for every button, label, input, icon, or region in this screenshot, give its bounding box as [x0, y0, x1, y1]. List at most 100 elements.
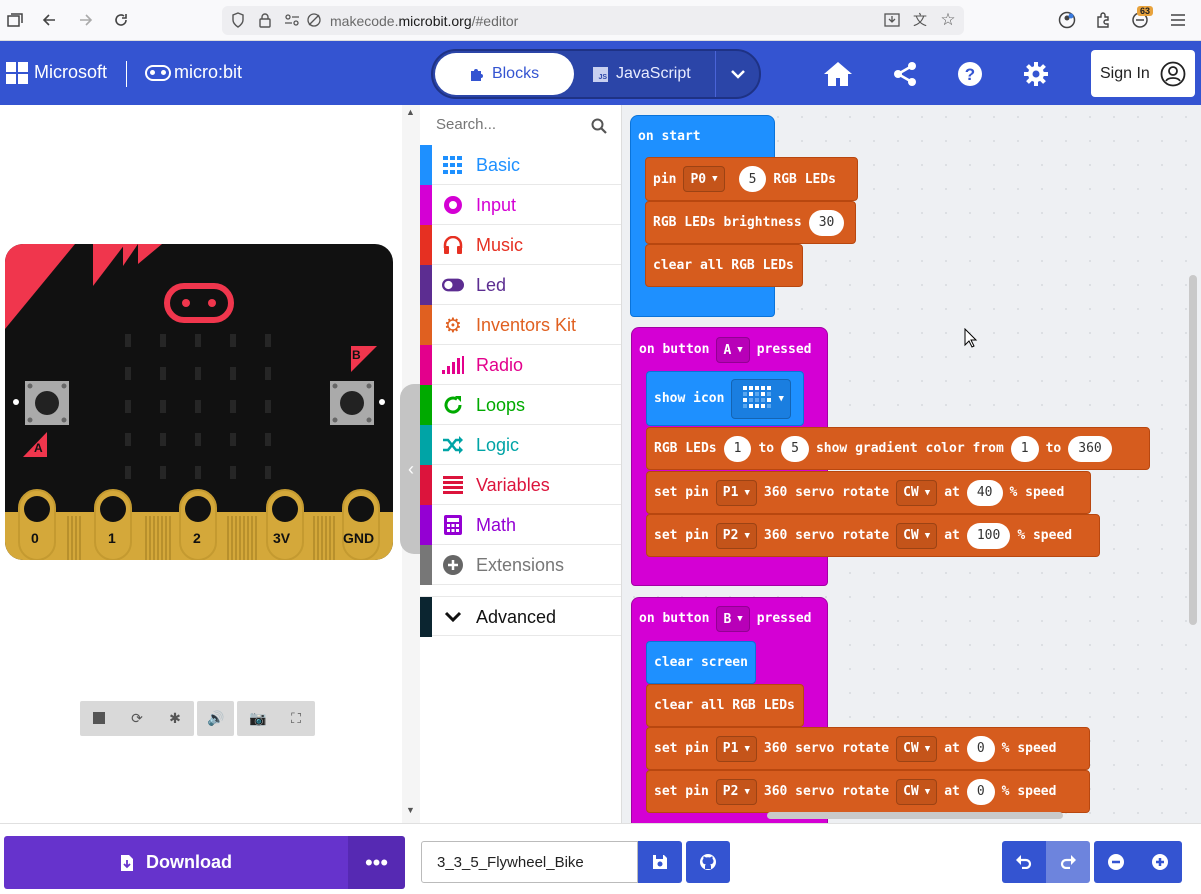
pin-dropdown[interactable]: P1 ▼ [715, 735, 757, 762]
forward-icon[interactable] [76, 10, 96, 30]
extensions-icon[interactable] [1093, 10, 1113, 30]
lock-icon[interactable] [255, 10, 275, 30]
number-input[interactable]: 5 [781, 435, 809, 462]
category-music[interactable]: Music [420, 225, 621, 265]
shield-icon[interactable] [228, 10, 248, 30]
menu-icon[interactable] [1168, 10, 1188, 30]
category-radio[interactable]: Radio [420, 345, 621, 385]
number-input[interactable]: 30 [808, 209, 845, 236]
microsoft-logo-icon[interactable] [6, 62, 28, 84]
servo-rotate-block[interactable]: set pin P2 ▼ 360 servo rotate CW ▼ at 100 … [646, 514, 1100, 557]
direction-dropdown[interactable]: CW ▼ [896, 522, 938, 549]
servo-rotate-block[interactable]: set pin P1 ▼ 360 servo rotate CW ▼ at 40 %… [646, 471, 1091, 514]
pin-dropdown[interactable]: P2 ▼ [715, 522, 757, 549]
pin-dropdown[interactable]: P0 ▼ [683, 166, 725, 192]
scroll-up-icon[interactable]: ▲ [406, 107, 415, 117]
zoom-in-button[interactable] [1138, 841, 1182, 883]
number-input[interactable]: 360 [1068, 435, 1112, 462]
number-input[interactable]: 0 [966, 778, 995, 805]
number-input[interactable]: 0 [966, 735, 995, 762]
redo-button[interactable] [1046, 841, 1090, 883]
calculator-icon [442, 515, 464, 535]
number-input[interactable]: 100 [966, 522, 1011, 549]
settings-button[interactable] [1021, 59, 1051, 89]
scroll-down-icon[interactable]: ▼ [406, 805, 415, 815]
tracking-off-icon[interactable] [304, 10, 324, 30]
pin-rgb-leds-block[interactable]: pin P0 ▼ 5 RGB LEDs [645, 157, 858, 201]
category-inventors-kit[interactable]: ⚙ Inventors Kit [420, 305, 621, 345]
tab-blocks[interactable]: Blocks [435, 53, 574, 95]
servo-rotate-block[interactable]: set pin P2 ▼ 360 servo rotate CW ▼ at 0 % … [646, 770, 1090, 813]
account-icon[interactable] [1057, 10, 1077, 30]
screenshot-button[interactable]: 📷 [249, 709, 267, 727]
button-dropdown[interactable]: A ▼ [716, 337, 750, 363]
workspace-vertical-scrollbar[interactable] [1189, 275, 1197, 625]
save-button[interactable] [638, 841, 682, 883]
pin-dropdown[interactable]: P2 ▼ [715, 778, 757, 805]
bookmark-star-icon[interactable]: ☆ [938, 10, 958, 30]
download-button[interactable]: Download [4, 836, 348, 889]
tab-overview-icon[interactable] [5, 10, 25, 30]
zoom-out-button[interactable] [1094, 841, 1138, 883]
microbit-board[interactable]: A B 0 1 2 3V GND [5, 244, 393, 560]
direction-dropdown[interactable]: CW ▼ [896, 479, 938, 506]
zoom-in-icon [1152, 854, 1168, 870]
direction-dropdown[interactable]: CW ▼ [896, 778, 938, 805]
search-icon[interactable] [591, 118, 607, 134]
help-button[interactable]: ? [955, 59, 985, 89]
blocks-workspace[interactable]: on start pin P0 ▼ 5 RGB LEDs RGB LEDs bri… [622, 105, 1201, 823]
microbit-brand[interactable]: micro:bit [174, 62, 242, 83]
debug-button[interactable]: ✱ [166, 709, 184, 727]
number-input[interactable]: 5 [738, 166, 767, 192]
category-loops[interactable]: Loops [420, 385, 621, 425]
category-extensions[interactable]: Extensions [420, 545, 621, 585]
translate-icon[interactable]: 文 [910, 10, 930, 30]
direction-dropdown[interactable]: CW ▼ [896, 735, 938, 762]
download-more-button[interactable]: ••• [348, 836, 405, 889]
permissions-icon[interactable] [282, 10, 302, 30]
clear-rgb-block[interactable]: clear all RGB LEDs [646, 684, 804, 727]
category-advanced[interactable]: Advanced [420, 596, 621, 637]
category-variables[interactable]: Variables [420, 465, 621, 505]
button-dropdown[interactable]: B ▼ [716, 606, 750, 632]
simulator-collapse-button[interactable]: ‹ [400, 384, 422, 554]
clear-rgb-block[interactable]: clear all RGB LEDs [645, 244, 803, 287]
mute-button[interactable]: 🔊 [207, 709, 225, 727]
address-bar[interactable]: makecode.microbit.org/#editor 文 ☆ [222, 6, 964, 35]
category-math[interactable]: Math [420, 505, 621, 545]
editor-dropdown-button[interactable] [715, 51, 759, 97]
rgb-gradient-block[interactable]: RGB LEDs 1 to 5 show gradient color from… [646, 427, 1150, 470]
category-input[interactable]: Input [420, 185, 621, 225]
puzzle-icon [470, 69, 483, 81]
rgb-brightness-block[interactable]: RGB LEDs brightness 30 [645, 201, 856, 244]
reload-icon[interactable] [111, 10, 131, 30]
project-name-input[interactable] [421, 841, 638, 883]
fullscreen-button[interactable]: ⛶ [287, 709, 305, 727]
back-icon[interactable] [39, 10, 59, 30]
number-input[interactable]: 1 [723, 435, 752, 462]
restart-button[interactable]: ⟳ [128, 709, 146, 727]
sign-in-button[interactable]: Sign In [1091, 50, 1195, 97]
number-input[interactable]: 1 [1010, 435, 1039, 462]
block-label: RGB LEDs brightness [653, 215, 802, 230]
category-led[interactable]: Led [420, 265, 621, 305]
show-icon-block[interactable]: show icon ▼ [646, 371, 804, 426]
share-button[interactable] [890, 59, 920, 89]
servo-rotate-block[interactable]: set pin P1 ▼ 360 servo rotate CW ▼ at 0 % … [646, 727, 1090, 770]
category-logic[interactable]: Logic [420, 425, 621, 465]
tab-javascript[interactable]: JS JavaScript [593, 53, 713, 95]
microsoft-brand[interactable]: Microsoft [34, 62, 107, 83]
github-button[interactable] [686, 841, 730, 883]
icon-dropdown[interactable]: ▼ [731, 378, 791, 419]
clear-screen-block[interactable]: clear screen [646, 641, 756, 684]
search-input[interactable] [436, 116, 586, 133]
microbit-logo-icon[interactable] [145, 65, 171, 81]
download-page-icon[interactable] [882, 10, 902, 30]
category-basic[interactable]: Basic [420, 145, 621, 185]
number-input[interactable]: 40 [966, 479, 1003, 506]
home-button[interactable] [823, 59, 853, 89]
workspace-horizontal-scrollbar[interactable] [767, 812, 1063, 819]
stop-button[interactable] [90, 709, 108, 727]
pin-dropdown[interactable]: P1 ▼ [715, 479, 757, 506]
undo-button[interactable] [1002, 841, 1046, 883]
